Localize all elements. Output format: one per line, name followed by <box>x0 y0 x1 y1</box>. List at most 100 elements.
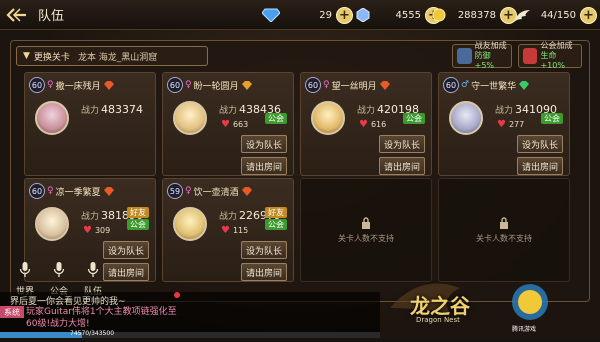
guild-buff[interactable]: 公会加成 生命+10% <box>518 41 582 70</box>
locked-slot: 关卡人数不支持 <box>300 178 432 282</box>
avatar <box>449 101 483 135</box>
team-slot-3[interactable]: 60 ♀ 望一丝明月 战力 420198 公会 ♥ 616 设为队长 请出房间 <box>300 72 432 176</box>
likes-count: 309 <box>94 226 111 235</box>
page-title: 队伍 <box>38 9 65 24</box>
kick-button[interactable]: 请出房间 <box>241 263 287 281</box>
crystal-resource: 4555 + <box>355 5 442 25</box>
likes-count: 663 <box>232 120 249 129</box>
rank-gem-icon <box>241 80 252 90</box>
friend-buff-title: 战友加成 <box>474 41 507 50</box>
add-diamond-button[interactable]: + <box>336 6 353 24</box>
chevron-down-icon: ▼ <box>23 51 30 61</box>
gender-icon: ♀ <box>323 80 330 90</box>
player-name: 饮一壶清酒 <box>193 187 239 198</box>
locked-slot: 关卡人数不支持 <box>438 178 570 282</box>
guild-buff-icon <box>523 48 538 64</box>
gold-resource: 288378 + <box>432 5 517 25</box>
friend-tag: 好友 <box>127 207 149 218</box>
player-name: 守一世繁华 <box>471 81 517 92</box>
notification-dot <box>174 292 180 298</box>
likes-count: 115 <box>232 226 249 235</box>
set-leader-button[interactable]: 设为队长 <box>241 241 287 259</box>
rank-gem-icon <box>379 80 390 90</box>
gender-icon: ♀ <box>47 186 54 196</box>
power-label: 战力 <box>357 106 376 116</box>
change-stage-button[interactable]: ▼ 更换关卡 龙本 海龙_黑山洞窟 <box>16 46 208 66</box>
brand-text: 腾讯游戏 <box>512 326 537 333</box>
likes-count: 277 <box>508 120 525 129</box>
power-label: 战力 <box>495 106 514 116</box>
stamina-value: 44/150 <box>540 9 576 21</box>
system-message: 玩家Guitar伟将1个大主教项链强化至60级!战力大增! <box>26 307 177 329</box>
microphone-icon <box>53 262 65 277</box>
guild-buff-title: 公会加成 <box>540 41 573 50</box>
gender-icon: ♀ <box>185 186 192 196</box>
guild-tag: 公会 <box>265 219 287 230</box>
level-badge: 59 <box>167 183 183 199</box>
heart-icon: ♥ <box>359 119 368 130</box>
diamond-icon <box>261 8 281 23</box>
wing-stamina-icon <box>512 8 530 22</box>
kick-button[interactable]: 请出房间 <box>103 263 149 281</box>
guild-tag: 公会 <box>127 219 149 230</box>
kick-button[interactable]: 请出房间 <box>517 157 563 175</box>
kick-button[interactable]: 请出房间 <box>379 157 425 175</box>
player-name: 盼一轮圆月 <box>193 81 239 92</box>
player-name: 望一丝明月 <box>331 81 377 92</box>
friend-buff-value: 防御+5% <box>474 51 495 70</box>
set-leader-button[interactable]: 设为队长 <box>103 241 149 259</box>
gender-icon: ♂ <box>461 80 470 90</box>
avatar <box>311 101 345 135</box>
locked-slot-text: 关卡人数不支持 <box>338 233 394 243</box>
back-arrow-icon[interactable] <box>0 0 34 30</box>
level-badge: 60 <box>305 77 321 93</box>
logo-subtitle: Dragon Nest <box>416 316 460 324</box>
avatar <box>173 207 207 241</box>
crystal-value: 4555 <box>395 9 421 21</box>
rank-gem-icon <box>103 80 114 90</box>
experience-bar <box>0 332 380 338</box>
change-stage-label: 更换关卡 <box>33 52 70 63</box>
gender-icon: ♀ <box>47 80 54 90</box>
team-slot-6[interactable]: 59 ♀ 饮一壶清酒 战力 226979 好友 公会 ♥ 115 设为队长 请出房间 <box>162 178 294 282</box>
level-badge: 60 <box>167 77 183 93</box>
diamond-value: 29 <box>319 9 332 21</box>
set-leader-button[interactable]: 设为队长 <box>517 135 563 153</box>
guild-tag: 公会 <box>265 113 287 124</box>
stage-name: 龙本 海龙_黑山洞窟 <box>77 52 158 63</box>
friend-buff[interactable]: 战友加成 防御+5% <box>452 41 512 70</box>
friend-buff-icon <box>457 48 472 64</box>
add-stamina-button[interactable]: + <box>580 6 597 24</box>
gold-value: 288378 <box>457 9 496 21</box>
level-badge: 60 <box>29 183 45 199</box>
gender-icon: ♀ <box>185 80 192 90</box>
microphone-icon <box>19 262 31 277</box>
avatar <box>35 101 69 135</box>
kick-button[interactable]: 请出房间 <box>241 157 287 175</box>
team-slot-4[interactable]: 60 ♂ 守一世繁华 战力 341090 公会 ♥ 277 设为队长 请出房间 <box>438 72 570 176</box>
power-label: 战力 <box>219 212 238 222</box>
set-leader-button[interactable]: 设为队长 <box>379 135 425 153</box>
game-logo: 龙之谷 Dragon Nest 腾讯游戏 <box>380 268 600 338</box>
power-label: 战力 <box>81 106 100 116</box>
locked-slot-text: 关卡人数不支持 <box>476 233 532 243</box>
avatar <box>35 207 69 241</box>
set-leader-button[interactable]: 设为队长 <box>241 135 287 153</box>
rank-gem-icon <box>519 80 530 90</box>
microphone-icon <box>87 262 99 277</box>
logo-title: 龙之谷 <box>410 294 470 318</box>
system-badge: 系统 <box>0 306 24 318</box>
gold-coin-icon <box>432 8 448 22</box>
player-name: 凉一季繁夏 <box>55 187 101 198</box>
guild-buff-value: 生命+10% <box>540 51 565 70</box>
guild-tag: 公会 <box>541 113 563 124</box>
team-slot-2[interactable]: 60 ♀ 盼一轮圆月 战力 438436 公会 ♥ 663 设为队长 请出房间 <box>162 72 294 176</box>
team-slot-1[interactable]: 60 ♀ 撒一床残月 战力 483374 <box>24 72 156 176</box>
player-name: 撒一床残月 <box>55 81 101 92</box>
rank-gem-icon <box>241 186 252 196</box>
experience-text: 74570/343500 <box>70 330 115 337</box>
level-badge: 60 <box>29 77 45 93</box>
power-value: 483374 <box>101 103 144 116</box>
level-badge: 60 <box>443 77 459 93</box>
crystal-icon <box>355 7 371 23</box>
